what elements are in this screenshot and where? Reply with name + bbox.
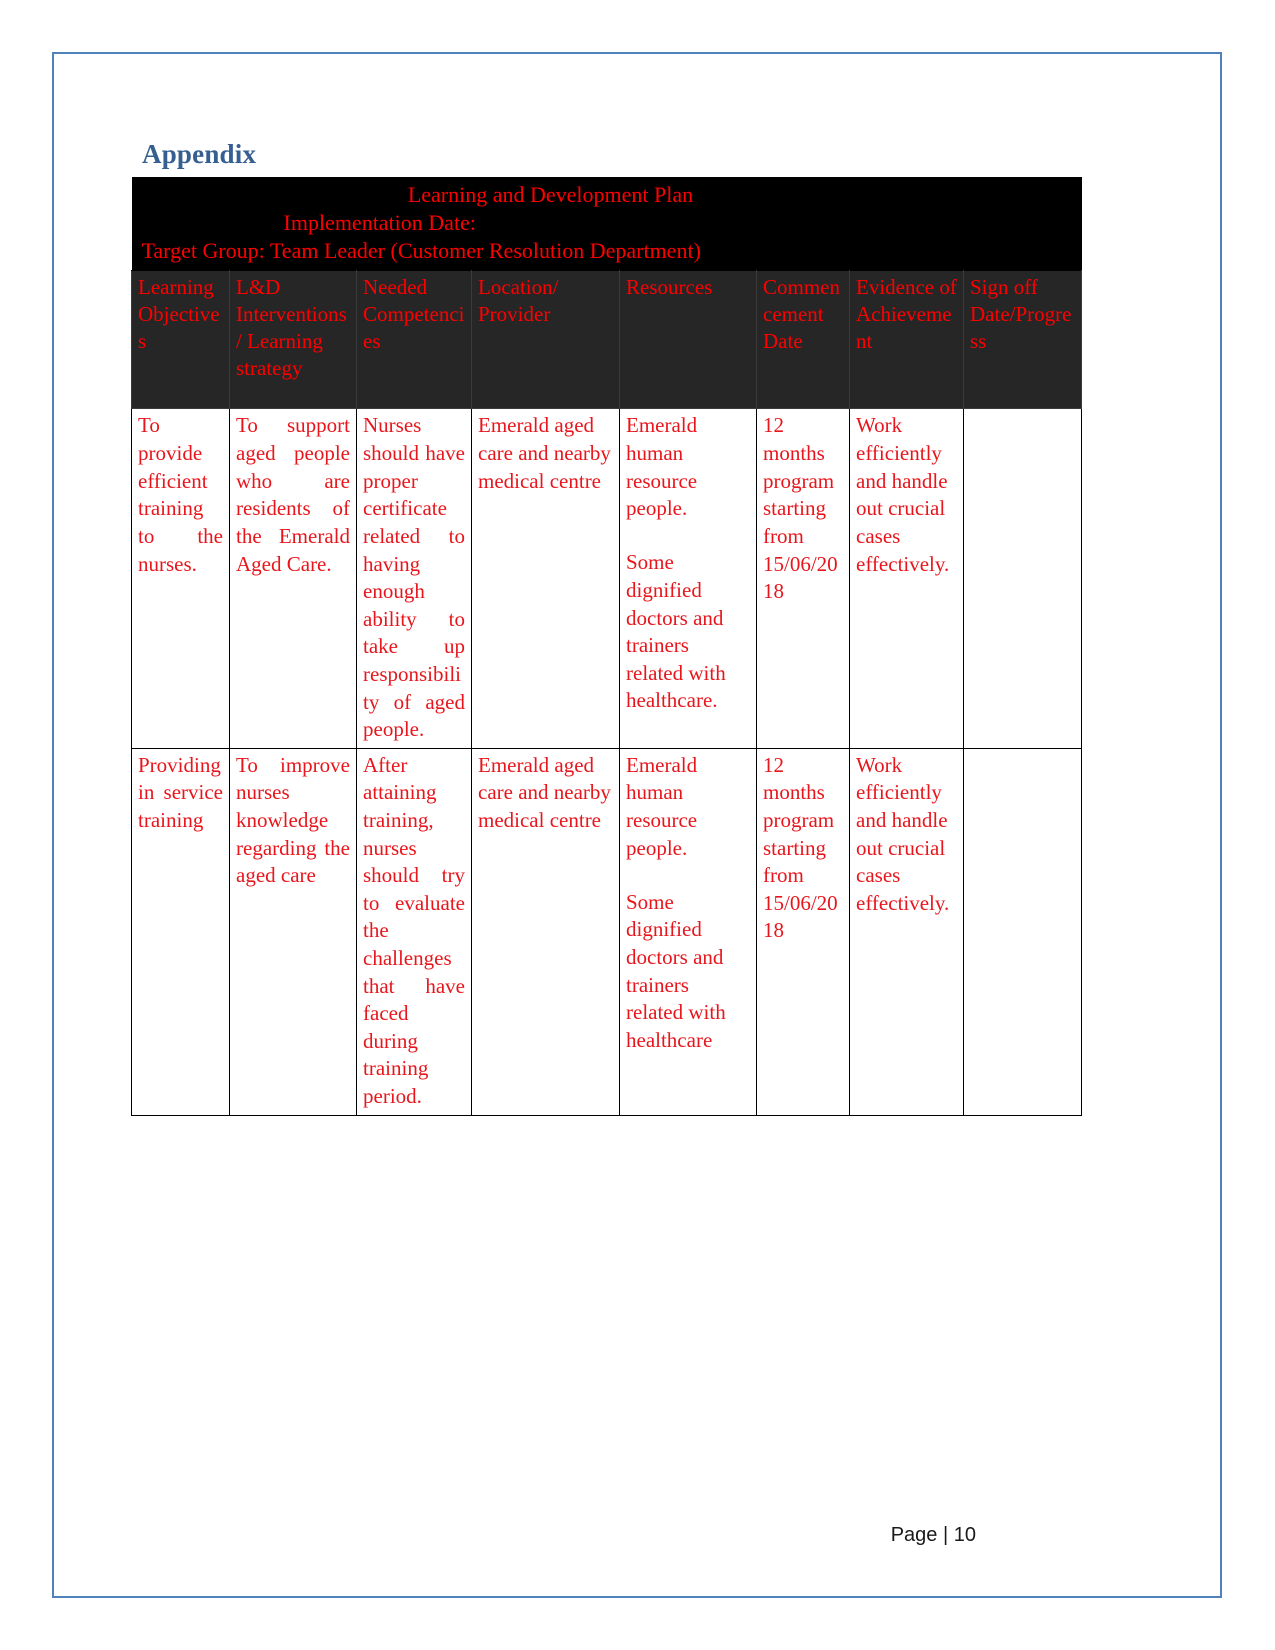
cell-ld-interventions: To improve nurses knowledge regarding th… xyxy=(229,747,357,1116)
target-group-label: Target Group: Team Leader (Customer Reso… xyxy=(141,238,701,264)
cell-resources: Emerald human resource people. Some dign… xyxy=(619,747,757,1116)
cell-commencement-date: 12 months program starting from 15/06/20… xyxy=(756,408,850,749)
cell-needed-competencies: After attaining training, nurses should … xyxy=(356,747,472,1116)
column-header-sign-off: Sign off Date/Progress xyxy=(962,270,1083,410)
cell-ld-interventions: To support aged people who are residents… xyxy=(229,408,357,749)
cell-learning-objectives: To provide efficient training to the nur… xyxy=(131,408,230,749)
column-header-ld-interventions: L&D Interventions/ Learning strategy xyxy=(229,270,357,410)
page-footer-label: Page xyxy=(890,1524,938,1546)
cell-resources-paragraph: Emerald human resource people. xyxy=(626,752,698,860)
page-number-footer: Page | 10 xyxy=(891,1524,976,1547)
cell-commencement-date: 12 months program starting from 15/06/20… xyxy=(756,747,850,1116)
implementation-date-label: Implementation Date: xyxy=(283,210,476,236)
column-header-location-provider: Location/ Provider xyxy=(471,270,620,410)
plan-title: Learning and Development Plan xyxy=(407,182,694,207)
cell-resources: Emerald human resource people. Some dign… xyxy=(619,408,757,749)
cell-resources-paragraph: Emerald human resource people. xyxy=(626,413,698,521)
cell-location-provider: Emerald aged care and nearby medical cen… xyxy=(471,408,620,749)
column-header-commencement-date: Commencement Date xyxy=(756,270,850,410)
table-title-band: Learning and Development Plan Implementa… xyxy=(131,177,1082,271)
learning-development-plan-table: Learning and Development Plan Implementa… xyxy=(131,177,1083,1116)
cell-resources-paragraph: Some dignified doctors and trainers rela… xyxy=(626,550,726,713)
cell-needed-competencies: Nurses should have proper certificate re… xyxy=(356,408,472,749)
page-footer-separator: | xyxy=(942,1524,949,1546)
column-header-evidence-achievement: Evidence of Achievement xyxy=(849,270,964,410)
page-title: Appendix xyxy=(142,139,257,169)
column-header-learning-objectives: Learning Objectives xyxy=(131,270,230,410)
table-row: To provide efficient training to the nur… xyxy=(131,408,1083,749)
cell-sign-off xyxy=(962,747,1083,1116)
table-row: Providing in service training To improve… xyxy=(131,747,1083,1116)
cell-sign-off xyxy=(962,408,1083,749)
cell-evidence-achievement: Work efficiently and handle out crucial … xyxy=(849,747,964,1116)
column-header-needed-competencies: Needed Competencies xyxy=(356,270,472,410)
table-header-row: Learning Objectives L&D Interventions/ L… xyxy=(131,270,1083,410)
cell-resources-paragraph: Some dignified doctors and trainers rela… xyxy=(626,889,726,1052)
table-title-band-row: Learning and Development Plan Implementa… xyxy=(131,177,1082,271)
cell-learning-objectives: Providing in service training xyxy=(131,747,230,1116)
column-header-resources: Resources xyxy=(619,270,757,410)
cell-location-provider: Emerald aged care and nearby medical cen… xyxy=(471,747,620,1116)
page-footer-number: 10 xyxy=(953,1524,976,1546)
cell-evidence-achievement: Work efficiently and handle out crucial … xyxy=(849,408,964,749)
